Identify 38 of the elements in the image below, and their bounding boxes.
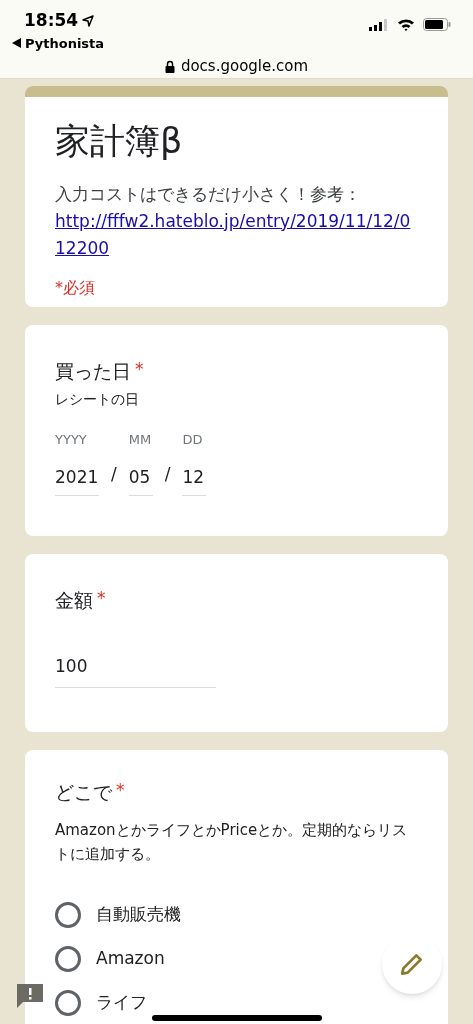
address-bar-url[interactable]: docs.google.com	[180, 55, 309, 78]
amount-field[interactable]: 100	[55, 653, 216, 688]
date-part-label: YYYY	[55, 430, 88, 449]
radio-button[interactable]	[55, 946, 81, 972]
status-time: 18:54	[24, 9, 79, 32]
date-part-label: DD	[182, 430, 204, 449]
signal-icon	[369, 18, 389, 31]
radio-option[interactable]: Amazon	[55, 946, 165, 972]
back-app-link[interactable]: Pythonista	[25, 33, 105, 53]
date-separator: /	[111, 463, 117, 486]
lock-icon	[164, 59, 175, 73]
date-part-field[interactable]: 05	[128, 465, 153, 496]
pencil-icon	[399, 951, 425, 977]
radio-button[interactable]	[55, 902, 81, 928]
location-arrow-icon	[82, 14, 95, 27]
battery-icon	[423, 18, 451, 31]
required-asterisk: *	[116, 779, 125, 802]
radio-option[interactable]: ライフ	[55, 990, 147, 1016]
question-help: AmazonとかライフとかPriceとか。定期的ならリストに追加する。	[55, 820, 409, 865]
reference-link[interactable]: http://fffw2.hateblo.jp/entry/2019/11/12/012200	[55, 207, 418, 262]
question-title: 金額	[55, 587, 93, 613]
question-title: どこで	[55, 780, 112, 805]
required-asterisk: *	[135, 357, 144, 381]
feedback-icon[interactable]	[17, 982, 43, 1008]
wifi-icon	[397, 18, 415, 31]
question-help: レシートの日	[55, 389, 140, 409]
back-triangle-icon[interactable]	[12, 38, 21, 49]
date-part-label: MM	[128, 430, 153, 449]
radio-button[interactable]	[55, 990, 81, 1016]
question-title: 買った日	[55, 358, 131, 384]
form-title: 家計簿β	[55, 119, 184, 163]
date-part-field[interactable]: 2021	[55, 465, 99, 496]
radio-option[interactable]: 自動販売機	[55, 902, 181, 928]
required-asterisk: *	[97, 586, 106, 610]
required-note: *必須	[55, 276, 96, 299]
date-separator: /	[164, 463, 171, 486]
form-description: 入力コストはできるだけ小さく！参考： http://fffw2.hateblo.jp/entry/2019/11/12/012200	[55, 180, 418, 262]
date-part-field[interactable]: 12	[182, 465, 207, 496]
